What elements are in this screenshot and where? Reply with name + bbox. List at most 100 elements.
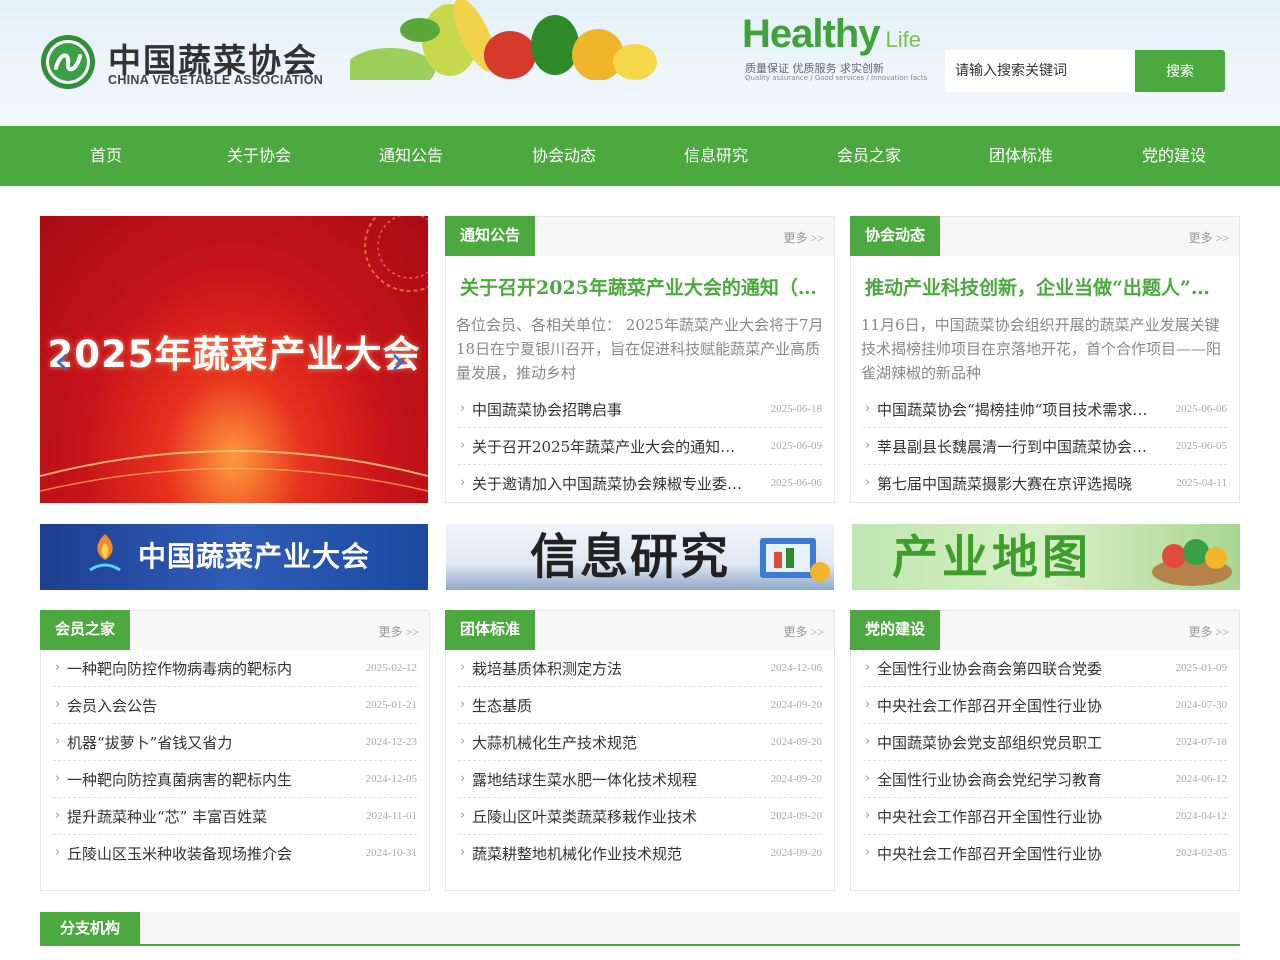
list-item[interactable]: › 生态基质 2024-09-20 xyxy=(458,687,822,724)
list-item-date: 2024-09-20 xyxy=(770,736,822,748)
nav-about[interactable]: 关于协会 xyxy=(189,126,329,186)
chevron-right-icon: › xyxy=(460,845,466,860)
list-item[interactable]: › 全国性行业协会商会第四联合党委 2025-01-09 xyxy=(863,650,1227,687)
list-item[interactable]: › 机器“拔萝卜”省钱又省力 2024-12-23 xyxy=(53,724,417,761)
list-item[interactable]: › 会员入会公告 2025-01-21 xyxy=(53,687,417,724)
list-item[interactable]: › 栽培基质体积测定方法 2024-12-06 xyxy=(458,650,822,687)
featured-news-title[interactable]: 推动产业科技创新，企业当做“出题人”——揭榜挂帅项目 xyxy=(865,273,1227,300)
list-item[interactable]: › 中央社会工作部召开全国性行业协 2024-07-30 xyxy=(863,687,1227,724)
research-screen-icon xyxy=(760,538,830,582)
list-item-date: 2024-02-05 xyxy=(1175,847,1227,859)
panel-title[interactable]: 协会动态 xyxy=(850,216,941,256)
panel-title[interactable]: 通知公告 xyxy=(445,216,536,256)
party-panel: 党的建设 更多 >> › 全国性行业协会商会第四联合党委 2025-01-09 › 中… xyxy=(850,610,1240,891)
vegetable-basket-icon xyxy=(1152,539,1232,586)
nav-members[interactable]: 会员之家 xyxy=(799,126,939,186)
list-item[interactable]: › 中国蔬菜协会招聘启事 2025-06-18 xyxy=(458,391,822,428)
list-item-title: 中央社会工作部召开全国性行业协 xyxy=(877,697,1103,715)
list-item[interactable]: › 一种靶向防控作物病毒病的靶标内 2025-02-12 xyxy=(53,650,417,687)
list-item-date: 2024-07-18 xyxy=(1175,736,1227,748)
standards-list: › 栽培基质体积测定方法 2024-12-06 › 生态基质 2024-09-20 › 大… xyxy=(446,650,834,872)
members-list: › 一种靶向防控作物病毒病的靶标内 2025-02-12 › 会员入会公告 2025-0… xyxy=(41,650,429,872)
panel-title[interactable]: 党的建设 xyxy=(850,610,941,650)
list-item-title: 一种靶向防控真菌病害的靶标内生 xyxy=(67,771,293,789)
list-item[interactable]: › 中央社会工作部召开全国性行业协 2024-04-12 xyxy=(863,798,1227,835)
list-item[interactable]: › 中央社会工作部召开全国性行业协 2024-02-05 xyxy=(863,835,1227,872)
nav-standards[interactable]: 团体标准 xyxy=(951,126,1091,186)
list-item[interactable]: › 中国蔬菜协会“揭榜挂帅“项目技术需求征集 2025-06-06 xyxy=(863,391,1227,428)
site-logo[interactable]: 中国蔬菜协会 CHINA VEGETABLE ASSOCIATION xyxy=(40,32,340,92)
list-item[interactable]: › 大蒜机械化生产技术规范 2024-09-20 xyxy=(458,724,822,761)
banner-prev-arrow-icon[interactable]: ‹ xyxy=(54,341,78,381)
featured-notice-title[interactable]: 关于召开2025年蔬菜产业大会的通知（第一轮） xyxy=(460,273,822,300)
list-item-title: 蔬菜耕整地机械化作业技术规范 xyxy=(472,845,683,863)
list-item[interactable]: › 一种靶向防控真菌病害的靶标内生 2024-12-05 xyxy=(53,761,417,798)
chevron-right-icon: › xyxy=(865,438,871,453)
more-link[interactable]: 更多 >> xyxy=(783,623,824,640)
banner-glow-decoration xyxy=(40,450,428,492)
list-item-date: 2024-09-20 xyxy=(770,810,822,822)
panel-header: 通知公告 更多 >> xyxy=(445,216,834,256)
list-item[interactable]: › 丘陵山区玉米种收装备现场推介会 2024-10-31 xyxy=(53,835,417,872)
list-item[interactable]: › 提升蔬菜种业“芯” 丰富百姓菜 2024-11-01 xyxy=(53,798,417,835)
more-link[interactable]: 更多 >> xyxy=(783,229,824,246)
industry-conference-banner[interactable]: 中国蔬菜产业大会 xyxy=(40,524,428,590)
banner-next-arrow-icon[interactable]: › xyxy=(390,341,414,381)
list-item-date: 2025-06-18 xyxy=(770,403,822,415)
search-button[interactable]: 搜索 xyxy=(1135,50,1225,92)
list-item-date: 2025-06-06 xyxy=(770,477,822,489)
list-item-title: 关于召开2025年蔬菜产业大会的通知（第一轮） xyxy=(472,438,747,456)
panel-title[interactable]: 会员之家 xyxy=(40,610,131,650)
list-item-title: 大蒜机械化生产技术规范 xyxy=(472,734,638,752)
list-item-date: 2025-02-12 xyxy=(365,662,417,674)
list-item[interactable]: › 露地结球生菜水肥一体化技术规程 2024-09-20 xyxy=(458,761,822,798)
list-item-date: 2024-11-01 xyxy=(366,810,417,822)
list-item-date: 2025-06-09 xyxy=(770,440,822,452)
industry-map-banner[interactable]: 产业地图 xyxy=(852,524,1240,590)
more-link[interactable]: 更多 >> xyxy=(1188,229,1229,246)
list-item-date: 2024-12-05 xyxy=(365,773,417,785)
list-item-date: 2025-06-06 xyxy=(1175,403,1227,415)
list-item[interactable]: › 关于邀请加入中国蔬菜协会辣椒专业委员会的函 2025-06-06 xyxy=(458,465,822,502)
nav-home[interactable]: 首页 xyxy=(36,126,176,186)
news-list: › 中国蔬菜协会“揭榜挂帅“项目技术需求征集 2025-06-06 › 莘县副县长魏晨… xyxy=(851,391,1239,502)
slogan-sub: Life xyxy=(885,27,921,52)
branch-title[interactable]: 分支机构 xyxy=(40,912,141,944)
list-item-title: 丘陵山区叶菜类蔬菜移栽作业技术 xyxy=(472,808,698,826)
list-item[interactable]: › 蔬菜耕整地机械化作业技术规范 2024-09-20 xyxy=(458,835,822,872)
panel-title[interactable]: 团体标准 xyxy=(445,610,536,650)
list-item[interactable]: › 中国蔬菜协会党支部组织党员职工 2024-07-18 xyxy=(863,724,1227,761)
chevron-right-icon: › xyxy=(55,697,61,712)
hero-banner[interactable]: 2025年蔬菜产业大会 ‹ › xyxy=(40,216,428,503)
nav-news[interactable]: 协会动态 xyxy=(494,126,634,186)
list-item-date: 2025-01-21 xyxy=(365,699,417,711)
more-link[interactable]: 更多 >> xyxy=(1188,623,1229,640)
list-item[interactable]: › 丘陵山区叶菜类蔬菜移栽作业技术 2024-09-20 xyxy=(458,798,822,835)
more-link[interactable]: 更多 >> xyxy=(378,623,419,640)
list-item-date: 2025-06-05 xyxy=(1175,440,1227,452)
list-item-title: 露地结球生菜水肥一体化技术规程 xyxy=(472,771,698,789)
chevron-right-icon: › xyxy=(460,697,466,712)
nav-party[interactable]: 党的建设 xyxy=(1104,126,1244,186)
info-research-banner[interactable]: 信息研究 xyxy=(446,524,834,590)
lantern-pattern-decoration xyxy=(364,216,428,292)
chevron-right-icon: › xyxy=(460,771,466,786)
chevron-right-icon: › xyxy=(55,734,61,749)
list-item[interactable]: › 第七届中国蔬菜摄影大赛在京评选揭晓 2025-04-11 xyxy=(863,465,1227,502)
nav-research[interactable]: 信息研究 xyxy=(646,126,786,186)
panel-header: 党的建设 更多 >> xyxy=(850,610,1239,650)
main-nav: 首页 关于协会 通知公告 协会动态 信息研究 会员之家 团体标准 党的建设 xyxy=(0,126,1280,186)
chevron-right-icon: › xyxy=(55,845,61,860)
list-item-date: 2024-09-20 xyxy=(770,773,822,785)
list-item-date: 2024-09-20 xyxy=(770,699,822,711)
search-input[interactable] xyxy=(945,50,1135,92)
chevron-right-icon: › xyxy=(460,808,466,823)
list-item-date: 2024-04-12 xyxy=(1175,810,1227,822)
list-item[interactable]: › 全国性行业协会商会党纪学习教育 2024-06-12 xyxy=(863,761,1227,798)
logo-english-name: CHINA VEGETABLE ASSOCIATION xyxy=(108,73,324,87)
list-item-title: 中国蔬菜协会“揭榜挂帅“项目技术需求征集 xyxy=(877,401,1152,419)
list-item[interactable]: › 莘县副县长魏晨清一行到中国蔬菜协会调研 2025-06-05 xyxy=(863,428,1227,465)
chevron-right-icon: › xyxy=(55,808,61,823)
nav-notices[interactable]: 通知公告 xyxy=(341,126,481,186)
list-item[interactable]: › 关于召开2025年蔬菜产业大会的通知（第一轮） 2025-06-09 xyxy=(458,428,822,465)
